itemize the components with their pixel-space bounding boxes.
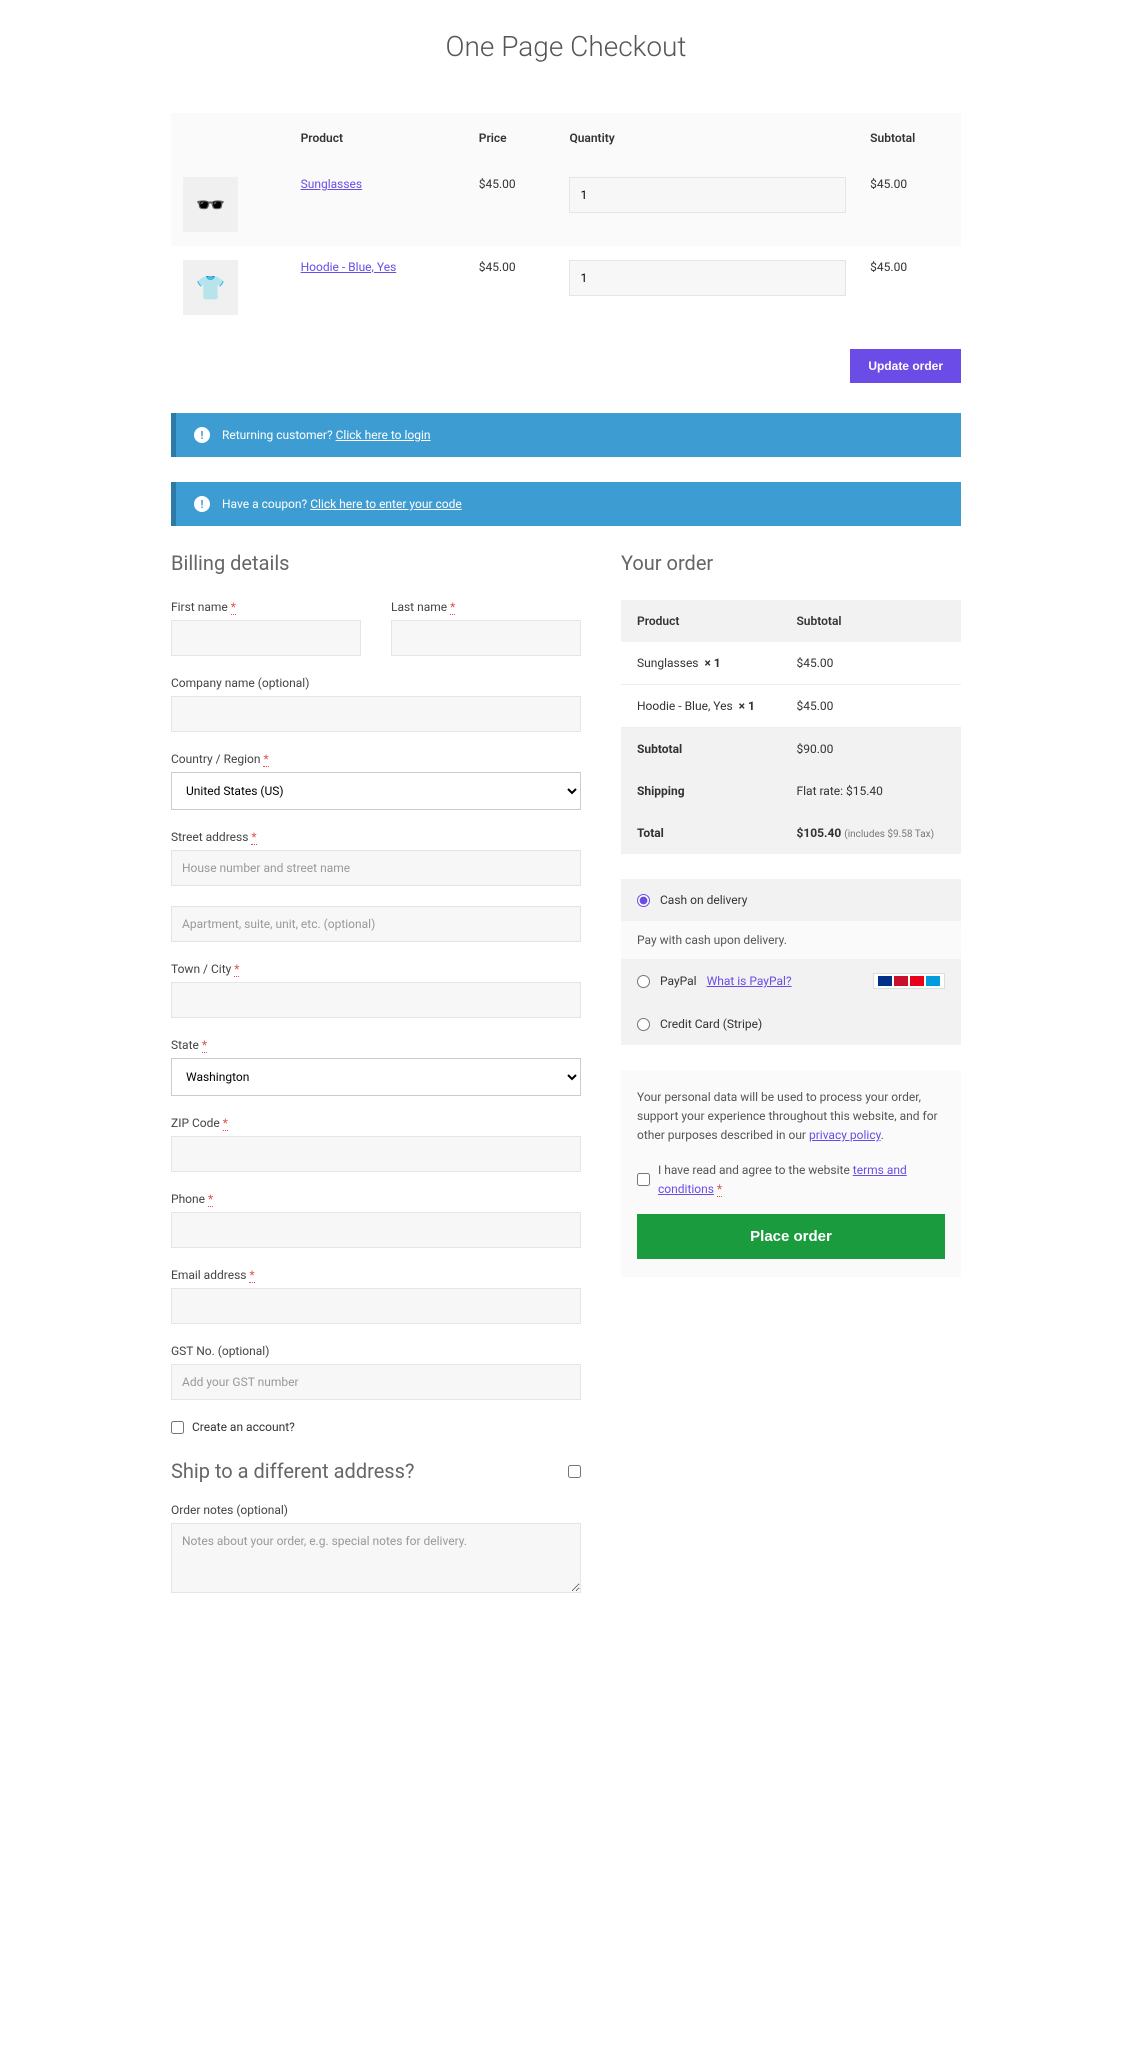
info-icon: ! bbox=[194, 496, 210, 512]
email-label: Email address * bbox=[171, 1268, 581, 1282]
privacy-link[interactable]: privacy policy bbox=[809, 1128, 881, 1142]
login-link[interactable]: Click here to login bbox=[336, 428, 431, 442]
create-account-label: Create an account? bbox=[192, 1420, 295, 1434]
phone-label: Phone * bbox=[171, 1192, 581, 1206]
order-table: Product Subtotal Sunglasses × 1$45.00 Ho… bbox=[621, 600, 961, 854]
th-product: Product bbox=[289, 113, 467, 163]
last-name-input[interactable] bbox=[391, 620, 581, 656]
street-input[interactable] bbox=[171, 850, 581, 886]
notes-textarea[interactable] bbox=[171, 1523, 581, 1593]
first-name-label: First name * bbox=[171, 600, 361, 614]
order-th-subtotal: Subtotal bbox=[780, 600, 961, 642]
payment-methods: Cash on delivery Pay with cash upon deli… bbox=[621, 879, 961, 1045]
street2-input[interactable] bbox=[171, 906, 581, 942]
place-order-button[interactable]: Place order bbox=[637, 1214, 945, 1259]
pay-cod-label: Cash on delivery bbox=[660, 893, 747, 907]
zip-label: ZIP Code * bbox=[171, 1116, 581, 1130]
product-link[interactable]: Sunglasses bbox=[301, 177, 363, 191]
qty-input[interactable] bbox=[569, 260, 846, 296]
state-select[interactable]: Washington bbox=[171, 1058, 581, 1096]
city-label: Town / City * bbox=[171, 962, 581, 976]
update-order-button[interactable]: Update order bbox=[850, 349, 961, 383]
price-cell: $45.00 bbox=[467, 246, 558, 329]
last-name-label: Last name * bbox=[391, 600, 581, 614]
ship-different-checkbox[interactable] bbox=[568, 1465, 581, 1478]
pay-cod-radio[interactable] bbox=[637, 894, 650, 907]
subtotal-cell: $45.00 bbox=[858, 246, 961, 329]
terms-checkbox[interactable] bbox=[637, 1173, 650, 1186]
th-qty: Quantity bbox=[557, 113, 858, 163]
company-label: Company name (optional) bbox=[171, 676, 581, 690]
billing-heading: Billing details bbox=[171, 551, 581, 575]
th-price: Price bbox=[467, 113, 558, 163]
notes-label: Order notes (optional) bbox=[171, 1503, 581, 1517]
info-icon: ! bbox=[194, 427, 210, 443]
pay-stripe-label: Credit Card (Stripe) bbox=[660, 1017, 762, 1031]
coupon-notice: ! Have a coupon? Click here to enter you… bbox=[171, 482, 961, 526]
email-input[interactable] bbox=[171, 1288, 581, 1324]
phone-input[interactable] bbox=[171, 1212, 581, 1248]
page-title: One Page Checkout bbox=[171, 30, 961, 63]
th-subtotal: Subtotal bbox=[858, 113, 961, 163]
gst-input[interactable] bbox=[171, 1364, 581, 1400]
product-link[interactable]: Hoodie - Blue, Yes bbox=[301, 260, 397, 274]
product-thumb: 👕 bbox=[183, 260, 238, 315]
privacy-text: Your personal data will be used to proce… bbox=[637, 1088, 945, 1146]
coupon-link[interactable]: Click here to enter your code bbox=[310, 497, 462, 511]
company-input[interactable] bbox=[171, 696, 581, 732]
city-input[interactable] bbox=[171, 982, 581, 1018]
order-heading: Your order bbox=[621, 551, 961, 575]
pay-paypal-label: PayPal bbox=[660, 974, 697, 988]
price-cell: $45.00 bbox=[467, 163, 558, 246]
paypal-info-link[interactable]: What is PayPal? bbox=[707, 974, 792, 988]
gst-label: GST No. (optional) bbox=[171, 1344, 581, 1358]
pay-cod-desc: Pay with cash upon delivery. bbox=[621, 921, 961, 959]
country-label: Country / Region * bbox=[171, 752, 581, 766]
card-icons bbox=[873, 973, 945, 989]
country-select[interactable]: United States (US) bbox=[171, 772, 581, 810]
state-label: State * bbox=[171, 1038, 581, 1052]
order-th-product: Product bbox=[621, 600, 780, 642]
ship-heading: Ship to a different address? bbox=[171, 1459, 414, 1483]
pay-paypal-radio[interactable] bbox=[637, 975, 650, 988]
cart-row: 👕 Hoodie - Blue, Yes $45.00 $45.00 bbox=[171, 246, 961, 329]
street-label: Street address * bbox=[171, 830, 581, 844]
product-thumb: 🕶️ bbox=[183, 177, 238, 232]
create-account-checkbox[interactable] bbox=[171, 1421, 184, 1434]
pay-stripe-radio[interactable] bbox=[637, 1018, 650, 1031]
qty-input[interactable] bbox=[569, 177, 846, 213]
cart-table: Product Price Quantity Subtotal 🕶️ Sungl… bbox=[171, 113, 961, 329]
cart-row: 🕶️ Sunglasses $45.00 $45.00 bbox=[171, 163, 961, 246]
zip-input[interactable] bbox=[171, 1136, 581, 1172]
first-name-input[interactable] bbox=[171, 620, 361, 656]
login-notice: ! Returning customer? Click here to logi… bbox=[171, 413, 961, 457]
subtotal-cell: $45.00 bbox=[858, 163, 961, 246]
